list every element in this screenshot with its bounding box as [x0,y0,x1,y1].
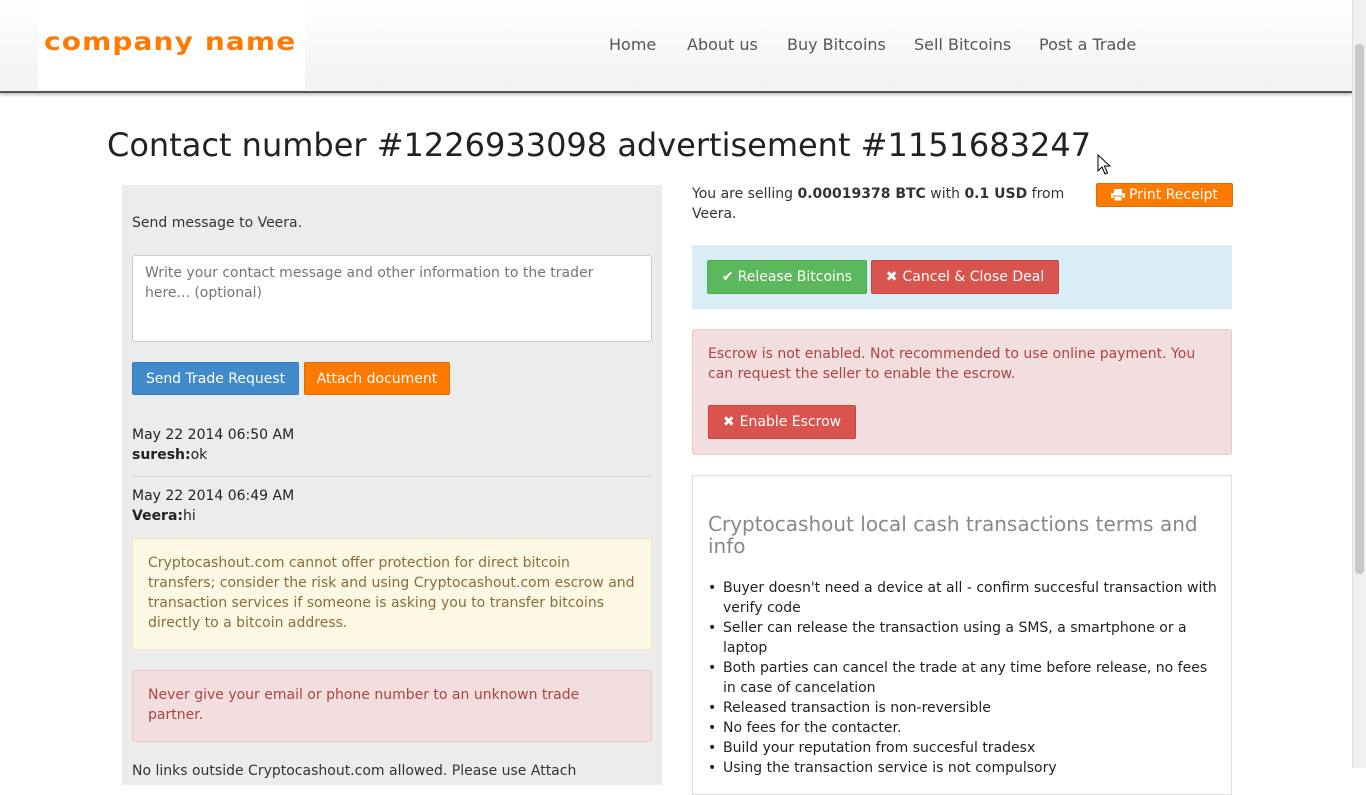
page-title: Contact number #1226933098 advertisement… [107,126,1092,164]
company-logo[interactable]: company name [44,27,296,56]
terms-list: Buyer doesn't need a device at all - con… [708,578,1218,778]
terms-panel: Cryptocashout local cash transactions te… [692,475,1232,795]
cancel-close-deal-button[interactable]: ✖ Cancel & Close Deal [871,260,1059,294]
deal-actions: ✔ Release Bitcoins ✖ Cancel & Close Deal [692,245,1232,309]
mouse-cursor-icon [1097,154,1111,175]
scrollbar-thumb[interactable] [1355,44,1364,574]
chat-message: May 22 2014 06:49 AM Veera:hi [132,486,294,526]
chat-message: May 22 2014 06:50 AM suresh:ok [132,425,294,465]
message-author: suresh: [132,447,191,463]
links-notice: No links outside Cryptocashout.com allow… [132,763,577,779]
top-navbar: company name Home About us Buy Bitcoins … [0,0,1352,93]
nav-sell-bitcoins[interactable]: Sell Bitcoins [914,35,1011,54]
close-icon: ✖ [885,269,898,285]
message-text: hi [183,508,196,524]
print-icon [1111,189,1126,201]
escrow-warning-text: Escrow is not enabled. Not recommended t… [708,346,1196,382]
list-item: Buyer doesn't need a device at all - con… [708,578,1218,618]
release-bitcoins-button[interactable]: ✔ Release Bitcoins [707,260,867,294]
list-item: Seller can release the transaction using… [708,618,1218,658]
print-receipt-button[interactable]: Print Receipt [1096,183,1233,207]
terms-title: Cryptocashout local cash transactions te… [708,512,1198,558]
nav-home[interactable]: Home [609,35,656,54]
release-bitcoins-label: Release Bitcoins [737,269,853,285]
check-icon: ✔ [721,269,734,285]
nav-post-a-trade[interactable]: Post a Trade [1039,35,1136,54]
list-item: Released transaction is non-reversible [708,698,1218,718]
cancel-close-deal-label: Cancel & Close Deal [902,269,1045,285]
list-item: Both parties can cancel the trade at any… [708,658,1218,698]
attach-document-button[interactable]: Attach document [304,362,450,395]
logo-box[interactable]: company name [38,0,305,90]
chat-panel: Send message to Veera. Send Trade Reques… [122,185,662,785]
message-time: May 22 2014 06:50 AM [132,427,295,443]
escrow-alert: Escrow is not enabled. Not recommended t… [692,329,1232,455]
btc-amount: 0.00019378 BTC [797,186,926,202]
selling-prefix: You are selling [692,186,798,202]
page-scrollbar[interactable] [1352,0,1366,768]
list-item: Using the transaction service is not com… [708,758,1218,778]
message-author: Veera: [132,508,184,524]
nav-buy-bitcoins[interactable]: Buy Bitcoins [787,35,886,54]
nav-about-us[interactable]: About us [687,35,758,54]
send-message-label: Send message to Veera. [132,215,303,231]
contact-message-input[interactable] [132,255,652,342]
usd-amount: 0.1 USD [964,186,1028,202]
message-text: ok [190,447,208,463]
selling-summary: You are selling 0.00019378 BTC with 0.1 … [692,184,1082,224]
privacy-warning: Never give your email or phone number to… [132,670,652,742]
enable-escrow-button[interactable]: ✖ Enable Escrow [708,405,856,439]
send-trade-request-button[interactable]: Send Trade Request [132,362,299,395]
print-receipt-label: Print Receipt [1129,187,1218,203]
escrow-protection-warning: Cryptocashout.com cannot offer protectio… [132,538,652,650]
close-icon: ✖ [722,414,735,430]
message-divider [132,476,652,477]
list-item: No fees for the contacter. [708,718,1218,738]
list-item: Build your reputation from succesful tra… [708,738,1218,758]
enable-escrow-label: Enable Escrow [739,414,842,430]
message-time: May 22 2014 06:49 AM [132,488,295,504]
selling-with: with [925,186,965,202]
